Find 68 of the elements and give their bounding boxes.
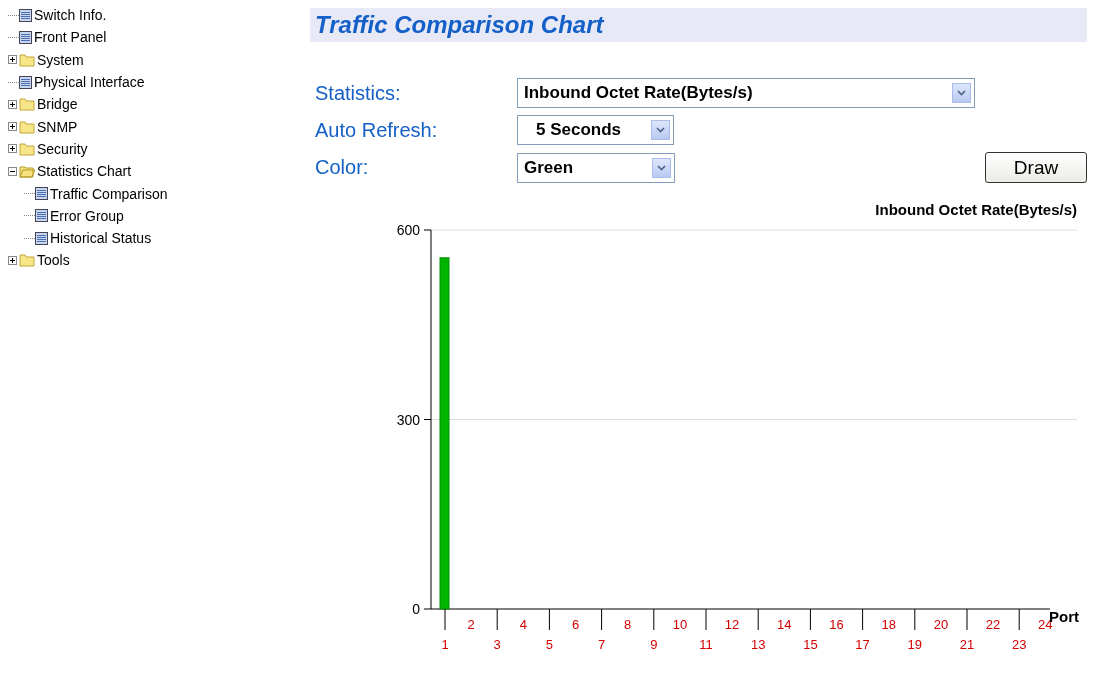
axis-label: 7 <box>598 637 606 652</box>
dropdown[interactable]: 5 Seconds <box>517 115 674 145</box>
chevron-down-icon <box>952 83 971 103</box>
tree-item[interactable]: Physical Interface <box>34 74 145 91</box>
folder-icon <box>19 97 35 112</box>
axis-label: 22 <box>985 617 1001 632</box>
chevron-down-icon <box>651 120 670 140</box>
axis-label: 300 <box>396 411 420 428</box>
expand-icon[interactable] <box>8 255 17 265</box>
page-icon <box>35 209 48 223</box>
page-icon <box>35 231 48 245</box>
field-label: Auto Refresh: <box>314 118 439 142</box>
axis-label: 16 <box>829 617 844 632</box>
chart-title: Inbound Octet Rate(Bytes/s) <box>875 201 1077 218</box>
chevron-down-icon <box>652 157 671 178</box>
axis-label: 5 <box>545 637 553 652</box>
collapse-icon[interactable] <box>8 166 17 176</box>
axis-label: 14 <box>777 617 792 632</box>
tree-item[interactable]: Switch Info. <box>34 7 107 24</box>
axis-label: 4 <box>519 617 527 632</box>
axis-label: 20 <box>933 617 949 632</box>
page-title: Traffic Comparison Chart <box>315 11 604 39</box>
axis-label: 2 <box>467 617 475 632</box>
axis-label: 11 <box>699 637 713 652</box>
field-label: Color: <box>314 156 370 179</box>
tree-item[interactable]: Bridge <box>37 96 78 113</box>
draw-button[interactable]: Draw <box>985 152 1087 183</box>
folder-icon <box>19 141 35 156</box>
page-icon <box>19 8 32 22</box>
axis-label: 9 <box>650 637 658 652</box>
folder-icon <box>19 52 35 67</box>
tree-item[interactable]: System <box>37 51 84 68</box>
expand-icon[interactable] <box>8 55 17 65</box>
tree-item[interactable]: Statistics Chart <box>37 163 132 180</box>
tree-item[interactable]: Traffic Comparison <box>50 185 168 202</box>
expand-icon[interactable] <box>8 144 17 154</box>
tree-item[interactable]: Historical Status <box>50 230 152 247</box>
axis-label: 18 <box>881 617 896 632</box>
expand-icon[interactable] <box>8 122 17 132</box>
axis-label: 15 <box>803 637 818 652</box>
dropdown[interactable]: Green <box>517 152 675 183</box>
tree-item[interactable]: SNMP <box>37 118 78 135</box>
folder-icon <box>19 253 35 268</box>
page-icon <box>19 75 32 89</box>
axis-label: 21 <box>959 637 975 652</box>
open-folder-icon <box>19 164 35 179</box>
page-icon <box>35 187 48 200</box>
axis-label: 10 <box>672 617 688 632</box>
axis-label: 12 <box>724 617 740 632</box>
axis-label: 23 <box>1011 637 1027 652</box>
axis-label: 17 <box>855 637 870 652</box>
folder-icon <box>19 119 35 134</box>
axis-label: 19 <box>907 637 923 652</box>
axis-label: 600 <box>396 222 420 238</box>
field-label: Statistics: <box>314 81 402 105</box>
tree-item[interactable]: Security <box>37 140 88 157</box>
axis-label: 8 <box>624 617 632 632</box>
axis-label: 0 <box>412 601 420 617</box>
tree-item[interactable]: Tools <box>37 252 70 269</box>
tree-item[interactable]: Error Group <box>50 207 124 224</box>
axis-label: 6 <box>571 617 580 632</box>
page-icon <box>19 30 32 44</box>
tree-item[interactable]: Front Panel <box>34 29 107 46</box>
axis-label: 13 <box>750 637 766 652</box>
expand-icon[interactable] <box>8 99 17 109</box>
axis-label: 1 <box>441 637 449 652</box>
dropdown[interactable]: Inbound Octet Rate(Bytes/s) <box>517 78 975 108</box>
axis-label: 3 <box>493 637 501 652</box>
